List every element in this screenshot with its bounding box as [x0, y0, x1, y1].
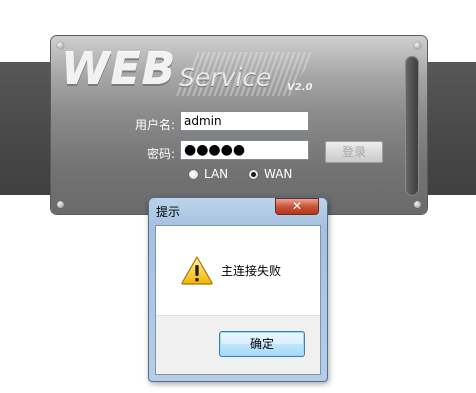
radio-checked-icon: [248, 168, 259, 180]
lan-radio[interactable]: LAN: [188, 167, 228, 181]
warning-icon: [181, 256, 213, 285]
dialog-close-button[interactable]: ✕: [275, 198, 319, 215]
username-label: 用户名:: [134, 118, 175, 132]
radio-unchecked-icon: [188, 168, 199, 180]
panel-side-handle: [405, 56, 419, 196]
login-button[interactable]: 登录: [325, 141, 383, 163]
panel-corner-dot: [57, 201, 64, 208]
dialog-title: 提示: [156, 205, 181, 219]
password-input[interactable]: ●●●●●: [180, 140, 309, 160]
wan-radio-label: WAN: [264, 167, 293, 181]
wan-radio[interactable]: WAN: [248, 167, 292, 181]
password-label: 密码:: [146, 147, 175, 161]
lan-radio-label: LAN: [204, 167, 229, 181]
panel-corner-dot: [414, 42, 421, 49]
alert-dialog: 提示 ✕ 主连接失败 确定: [148, 197, 328, 382]
logo-version-text: V2.0: [287, 82, 313, 93]
panel-corner-dot: [414, 201, 421, 208]
logo-web-text: WEB: [61, 44, 177, 95]
close-icon: ✕: [291, 199, 303, 213]
login-panel: WEB Service V2.0 用户名: 密码: ●●●●● 登录 LAN W…: [51, 36, 427, 214]
logo-service-text: Service: [179, 63, 272, 92]
username-input[interactable]: [180, 111, 309, 131]
web-service-logo: WEB Service V2.0: [61, 44, 326, 98]
dialog-message: 主连接失败: [221, 264, 282, 278]
ok-button[interactable]: 确定: [219, 331, 305, 357]
